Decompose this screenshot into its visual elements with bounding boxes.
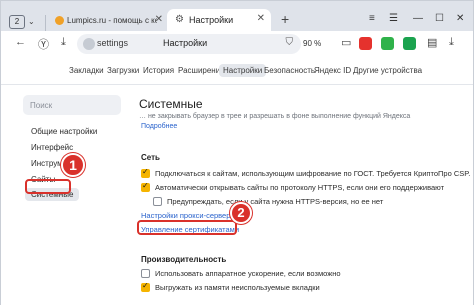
nav-yandex-id[interactable]: Яндекс ID: [314, 66, 351, 75]
close-icon[interactable]: ✕: [257, 13, 265, 24]
more-link[interactable]: Подробнее: [141, 123, 177, 130]
url-text: settings: [97, 38, 129, 48]
unload-tabs-checkbox[interactable]: [141, 281, 150, 292]
gear-icon: ⚙: [175, 14, 184, 25]
back-arrow-icon[interactable]: ←: [15, 36, 26, 48]
tab-strip: 2 ⌄ Lumpics.ru - помощь с ко ✕ ⚙ Настрой…: [1, 1, 473, 31]
extension-shield-icon[interactable]: [381, 37, 394, 50]
nav-bookmarks[interactable]: Закладки: [69, 66, 104, 75]
hw-accel-checkbox[interactable]: [141, 269, 150, 278]
yandex-icon[interactable]: Ⓨ: [38, 36, 49, 52]
page-title-in-bar: Настройки: [163, 38, 208, 48]
tab-lumpics[interactable]: Lumpics.ru - помощь с ко ✕: [49, 11, 167, 31]
chevron-down-icon[interactable]: ⌄: [28, 17, 35, 26]
sidebar-item-general[interactable]: Общие настройки: [31, 127, 97, 136]
tab-count-button[interactable]: 2: [9, 15, 25, 29]
browser-toolbar: ← Ⓨ ⤓ settings Настройки ⛉ 90 % ▭ ▤ ⤓: [1, 31, 473, 57]
sidebar-item-interface[interactable]: Интерфейс: [31, 143, 73, 152]
extension-adblock-icon[interactable]: [359, 37, 372, 50]
nav-downloads[interactable]: Загрузки: [107, 66, 139, 75]
address-bar[interactable]: settings Настройки ⛉: [77, 34, 301, 54]
network-heading: Сеть: [141, 153, 160, 162]
truncated-description: … не закрывать браузер в трее и разрешат…: [139, 113, 411, 120]
https-auto-checkbox[interactable]: [141, 181, 150, 192]
proxy-settings-link[interactable]: Настройки прокси-сервера: [141, 211, 235, 220]
extension-green-icon[interactable]: [403, 37, 416, 50]
callout-1: 1: [61, 153, 85, 177]
lumpics-favicon-icon: [55, 16, 64, 25]
maximize-icon[interactable]: ☐: [435, 13, 444, 24]
zoom-level[interactable]: 90 %: [303, 39, 321, 48]
bookmarks-panel-icon[interactable]: ≡: [369, 13, 375, 24]
close-window-icon[interactable]: ✕: [456, 13, 464, 24]
nav-other-devices[interactable]: Другие устройства: [353, 66, 422, 75]
settings-main-panel: Системные … не закрывать браузер в трее …: [127, 85, 473, 305]
new-tab-icon[interactable]: +: [281, 11, 289, 27]
https-auto-option-label: Автоматически открывать сайты по протоко…: [155, 183, 445, 192]
bookmark-icon[interactable]: ⛉: [286, 37, 294, 48]
tab-divider: [45, 15, 46, 31]
settings-search-input[interactable]: Поиск: [23, 95, 121, 115]
highlight-certificates-link: [137, 220, 237, 235]
hw-accel-option-label: Использовать аппаратное ускорение, если …: [155, 269, 341, 278]
nav-security[interactable]: Безопасность: [264, 66, 315, 75]
tab-title: Lumpics.ru - помощь с ко: [67, 16, 157, 25]
site-settings-icon[interactable]: [83, 38, 95, 50]
settings-sidebar: Поиск Общие настройки Интерфейс Инструме…: [23, 91, 123, 305]
settings-content: Поиск Общие настройки Интерфейс Инструме…: [1, 85, 473, 305]
https-warn-option-label: Предупреждать, если у сайта нужна HTTPS-…: [167, 197, 384, 206]
highlight-system-item: [25, 179, 71, 194]
settings-nav: Закладки Загрузки История Расширения Нас…: [1, 57, 473, 85]
nav-extensions[interactable]: Расширения: [178, 66, 225, 75]
search-placeholder: Поиск: [30, 101, 53, 110]
nav-settings[interactable]: Настройки: [219, 64, 267, 77]
gost-option-label: Подключаться к сайтам, использующим шифр…: [155, 169, 471, 178]
close-icon[interactable]: ✕: [155, 14, 163, 25]
browser-window: 2 ⌄ Lumpics.ru - помощь с ко ✕ ⚙ Настрой…: [0, 0, 474, 305]
unload-tabs-option-label: Выгружать из памяти неиспользуемые вклад…: [155, 283, 320, 292]
page-title: Системные: [139, 97, 203, 111]
nav-history[interactable]: История: [143, 66, 174, 75]
callout-2: 2: [230, 202, 252, 224]
minimize-icon[interactable]: —: [413, 13, 423, 24]
download-list-icon[interactable]: ⤓: [449, 36, 454, 49]
reader-icon[interactable]: ▭: [341, 36, 351, 49]
download-icon[interactable]: ⤓: [61, 36, 66, 49]
https-warn-checkbox[interactable]: [153, 197, 162, 206]
performance-heading: Производительность: [141, 255, 227, 264]
extensions-icon[interactable]: ▤: [427, 36, 437, 49]
tab-settings[interactable]: ⚙ Настройки ✕: [167, 9, 271, 31]
tab-title: Настройки: [189, 15, 234, 25]
menu-icon[interactable]: ☰: [389, 13, 398, 24]
gost-checkbox[interactable]: [141, 167, 150, 178]
